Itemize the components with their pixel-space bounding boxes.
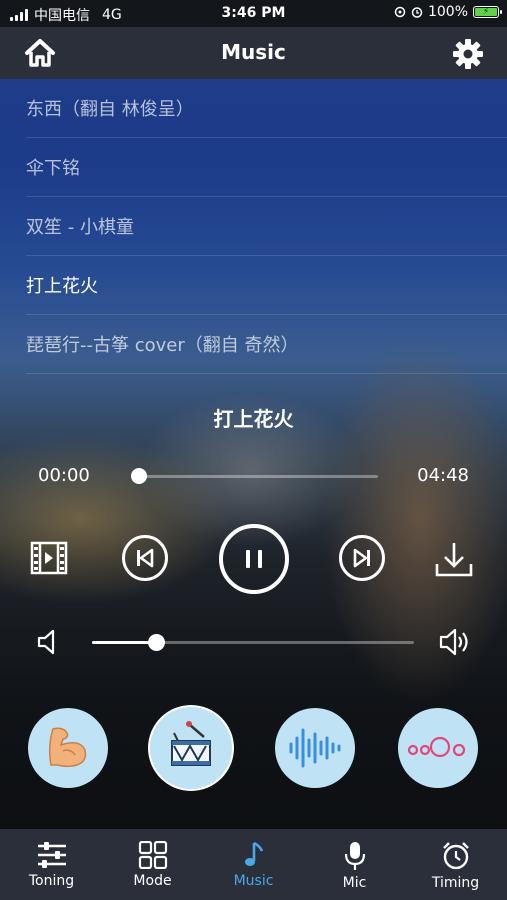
mode-wave-button[interactable] [275, 708, 355, 788]
speaker-high-icon [439, 628, 468, 656]
microphone-icon [344, 842, 365, 870]
tab-label: Timing [431, 875, 480, 891]
grid-icon [138, 841, 167, 869]
progress-bar[interactable] [130, 468, 378, 484]
volume-knob[interactable] [148, 634, 166, 651]
pause-button[interactable] [218, 523, 290, 599]
pause-icon [219, 524, 289, 594]
status-right: 100% ⚡ [394, 4, 502, 20]
settings-button[interactable] [452, 38, 484, 70]
previous-button[interactable] [121, 534, 169, 586]
tab-label: Mic [342, 875, 367, 891]
status-bar: 中国电信 4G 3:46 PM 100% ⚡ [0, 0, 507, 27]
song-title: 打上花火 [26, 276, 98, 297]
header: Music [0, 27, 507, 79]
current-time: 00:00 [38, 465, 90, 486]
song-item-active[interactable]: 打上花火 [26, 256, 507, 315]
alarm-clock-icon [442, 842, 469, 870]
alarm-icon [411, 7, 423, 18]
tab-mic[interactable]: Mic [304, 829, 405, 900]
now-playing-title: 打上花火 [213, 407, 294, 431]
skip-previous-icon [122, 535, 168, 581]
tab-music[interactable]: Music [203, 829, 304, 900]
total-time: 04:48 [417, 465, 469, 486]
song-title: 双笙 - 小棋童 [26, 217, 134, 238]
mode-strength-button[interactable] [28, 708, 108, 788]
tab-bar: Toning Mode Music Mic Timing [0, 829, 507, 900]
speaker-low-icon [37, 629, 55, 655]
battery-label: 100% [427, 4, 468, 20]
volume-high-button[interactable] [438, 625, 472, 663]
song-item[interactable]: 琵琶行--古筝 cover（翻自 奇然） [26, 315, 507, 374]
music-note-icon [244, 841, 263, 866]
song-title: 琵琶行--古筝 cover（翻自 奇然） [26, 335, 299, 356]
page-title: Music [221, 40, 286, 64]
mode-drum-button[interactable] [150, 707, 232, 789]
tab-label: Music [233, 873, 274, 889]
gear-icon [453, 39, 483, 69]
volume-fill [92, 641, 157, 644]
video-button[interactable] [30, 541, 68, 579]
battery-icon: ⚡ [473, 6, 502, 18]
download-icon [435, 543, 473, 577]
song-list: 东西（翻自 林俊呈） 伞下铭 双笙 - 小棋童 打上花火 琵琶行--古筝 cov… [0, 79, 507, 374]
download-button[interactable] [434, 540, 474, 582]
mode-circles-button[interactable] [398, 708, 478, 788]
volume-low-button[interactable] [36, 627, 58, 661]
volume-slider[interactable] [92, 634, 414, 651]
tab-mode[interactable]: Mode [102, 829, 203, 900]
progress-knob[interactable] [130, 468, 147, 484]
song-item[interactable]: 伞下铭 [26, 138, 507, 197]
song-title: 伞下铭 [26, 158, 80, 179]
orientation-lock-icon [394, 6, 406, 18]
next-button[interactable] [338, 534, 386, 586]
tab-label: Toning [28, 873, 75, 889]
tab-toning[interactable]: Toning [1, 829, 102, 900]
skip-next-icon [339, 535, 385, 581]
song-item[interactable]: 东西（翻自 林俊呈） [26, 79, 507, 138]
tab-timing[interactable]: Timing [405, 829, 506, 900]
drum-icon [171, 721, 211, 766]
song-title: 东西（翻自 林俊呈） [26, 99, 194, 120]
flexed-arm-icon [48, 727, 87, 768]
film-icon [30, 541, 68, 575]
music-screen: 中国电信 4G 3:46 PM 100% ⚡ Music 东西（翻自 林俊呈） … [0, 0, 507, 900]
song-item[interactable]: 双笙 - 小棋童 [26, 197, 507, 256]
tab-label: Mode [133, 873, 172, 889]
sliders-icon [37, 842, 66, 868]
circles-icon [407, 736, 466, 758]
sound-wave-icon [289, 728, 341, 768]
